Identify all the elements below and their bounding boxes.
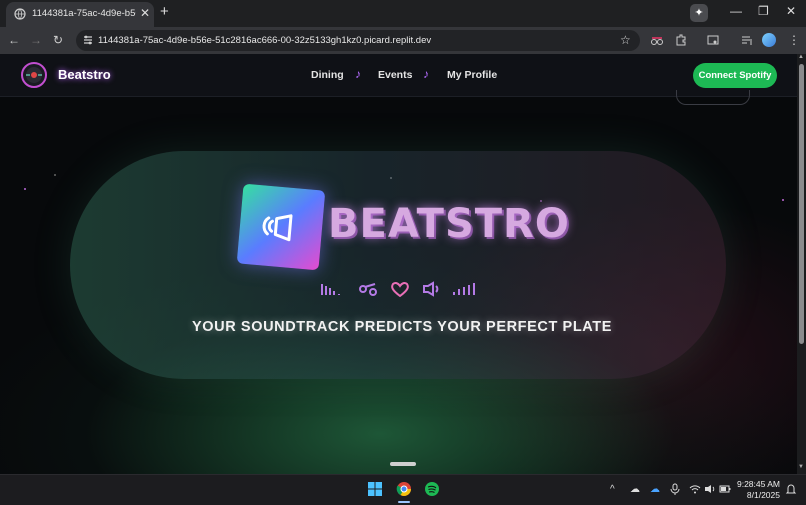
tab-close-icon[interactable]: ✕ xyxy=(140,6,150,20)
back-button[interactable]: ← xyxy=(8,33,20,47)
connect-spotify-button[interactable]: Connect Spotify xyxy=(693,63,777,88)
ai-assistant-button[interactable]: ✦ xyxy=(690,4,708,22)
scroll-up-icon[interactable]: ▲ xyxy=(798,54,804,60)
tray-chevron-icon[interactable]: ^ xyxy=(610,484,615,495)
windows-start-icon[interactable] xyxy=(367,481,383,497)
signal-bars-icon xyxy=(453,283,475,295)
browser-tab-strip: 1144381a-75ac-4d9e-b56e-51c ✕ + ✦ — ❐ ✕ xyxy=(0,0,806,27)
page-viewport: Beatstro Dining ♪ Events ♪ My Profile Co… xyxy=(0,54,797,474)
page-scrollbar[interactable]: ▲ ▼ xyxy=(797,54,806,474)
bottom-handle[interactable] xyxy=(390,462,416,466)
close-window-button[interactable]: ✕ xyxy=(786,4,796,18)
wifi-icon[interactable] xyxy=(689,483,701,495)
cast-icon[interactable] xyxy=(706,33,720,47)
extensions-icon[interactable] xyxy=(674,33,688,47)
cloud-icon[interactable]: ☁ xyxy=(630,484,640,495)
browser-toolbar: ← → ↻ 1144381a-75ac-4d9e-b56e-51c2816ac6… xyxy=(0,27,806,54)
megaphone-icon xyxy=(262,214,293,242)
star-decoration xyxy=(54,174,56,176)
battery-icon[interactable] xyxy=(719,483,731,495)
hero-title: BEATSTRO xyxy=(328,201,570,247)
url-text: 1144381a-75ac-4d9e-b56e-51c2816ac666-00-… xyxy=(98,35,432,46)
music-note-icon: ♪ xyxy=(355,67,361,81)
globe-icon xyxy=(14,8,26,20)
scroll-down-icon[interactable]: ▼ xyxy=(798,464,804,470)
incognito-icon[interactable] xyxy=(650,33,664,47)
notification-bell-icon[interactable] xyxy=(785,483,797,495)
forward-button[interactable]: → xyxy=(30,33,42,47)
star-decoration xyxy=(24,188,26,190)
onedrive-icon[interactable]: ☁ xyxy=(650,484,660,495)
spotify-icon[interactable] xyxy=(424,481,440,497)
brand-name[interactable]: Beatstro xyxy=(58,67,111,82)
minimize-button[interactable]: — xyxy=(730,4,742,18)
reload-button[interactable]: ↻ xyxy=(53,33,63,47)
restore-button[interactable]: ❐ xyxy=(758,4,769,18)
star-decoration xyxy=(782,199,784,201)
tab-title: 1144381a-75ac-4d9e-b56e-51c xyxy=(32,8,136,19)
chrome-icon[interactable] xyxy=(396,481,412,497)
clock-date: 8/1/2025 xyxy=(746,490,780,500)
scrollbar-thumb[interactable] xyxy=(799,64,804,344)
brand-logo[interactable] xyxy=(21,62,47,88)
heart-icon xyxy=(391,281,409,297)
equalizer-icon xyxy=(321,284,340,295)
active-app-indicator xyxy=(398,501,410,503)
music-note-icon: ♪ xyxy=(423,67,429,81)
hero-banner: BEATSTRO YOUR SOUNDTRACK PREDICTS YOUR P… xyxy=(70,151,726,379)
site-settings-icon[interactable] xyxy=(82,34,94,46)
dropdown-pill[interactable] xyxy=(676,90,750,105)
clock-time: 9:28:45 AM xyxy=(736,479,780,489)
nav-dining[interactable]: Dining xyxy=(311,69,344,81)
waveform-link-icon xyxy=(359,283,377,296)
nav-my-profile[interactable]: My Profile xyxy=(447,69,497,81)
new-tab-button[interactable]: + xyxy=(160,3,169,20)
media-queue-icon[interactable] xyxy=(740,33,754,47)
volume-icon[interactable] xyxy=(704,483,716,495)
hero-logo-tile xyxy=(236,183,326,271)
browser-menu-icon[interactable]: ⋮ xyxy=(788,33,800,47)
browser-tab[interactable]: 1144381a-75ac-4d9e-b56e-51c ✕ xyxy=(6,2,154,27)
bookmark-star-icon[interactable]: ☆ xyxy=(620,33,631,47)
nav-events[interactable]: Events xyxy=(378,69,412,81)
microphone-icon[interactable] xyxy=(670,483,680,495)
speaker-icon xyxy=(423,281,439,297)
vinyl-record-icon xyxy=(26,67,42,83)
profile-avatar[interactable] xyxy=(762,33,776,47)
address-bar[interactable]: 1144381a-75ac-4d9e-b56e-51c2816ac666-00-… xyxy=(76,30,640,51)
os-taskbar: ^ ☁ ☁ 9:28:45 AM 8/1/2025 xyxy=(0,474,806,505)
system-clock[interactable]: 9:28:45 AM 8/1/2025 xyxy=(734,479,780,501)
hero-tagline: YOUR SOUNDTRACK PREDICTS YOUR PERFECT PL… xyxy=(192,319,613,335)
